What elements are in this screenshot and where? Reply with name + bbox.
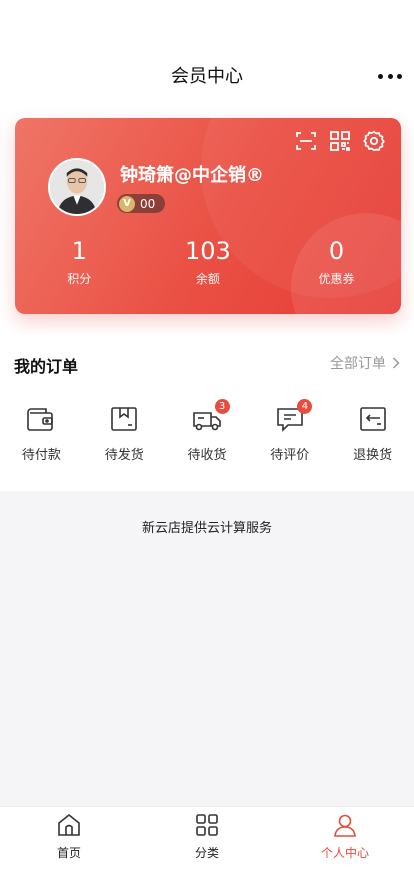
order-pending-payment[interactable]: 待付款: [0, 405, 83, 463]
order-pending-review-badge: 4: [297, 399, 313, 414]
user-profile-icon: [334, 814, 356, 837]
all-orders-link[interactable]: 全部订单: [330, 353, 400, 373]
order-pending-shipment[interactable]: 待发货: [83, 405, 166, 463]
settings-gear-icon[interactable]: [363, 130, 385, 152]
order-pending-receipt[interactable]: 3 待收货: [166, 399, 249, 463]
stat-coupons-label: 优惠券: [318, 272, 355, 286]
order-pending-shipment-label: 待发货: [104, 448, 144, 463]
order-returns-label: 退换货: [353, 448, 393, 463]
tab-category-label: 分类: [194, 846, 219, 860]
return-exchange-icon: [359, 407, 386, 431]
tab-profile[interactable]: 个人中心: [276, 807, 414, 896]
my-orders-section: 我的订单 全部订单 待付款 待发货 3 待收货 4 待评价 退换货: [0, 335, 414, 491]
tab-category[interactable]: 分类: [138, 807, 276, 896]
order-status-row: 待付款 待发货 3 待收货 4 待评价 退换货: [0, 399, 414, 463]
package-box-icon: [111, 407, 137, 431]
stat-coupons-value: 0: [328, 237, 345, 265]
category-grid-icon: [196, 814, 218, 836]
card-toolbar: [295, 130, 385, 152]
order-pending-review-label: 待评价: [270, 448, 310, 463]
stat-coupons[interactable]: 0 优惠券: [272, 236, 401, 287]
tab-home[interactable]: 首页: [0, 807, 138, 896]
service-provider-note: 新云店提供云计算服务: [141, 521, 272, 536]
all-orders-label: 全部订单: [330, 356, 386, 372]
stat-points-value: 1: [71, 237, 87, 265]
member-level-badge: V 00: [117, 194, 165, 213]
member-stats: 1 积分 103 余额 0 优惠券: [15, 236, 401, 287]
avatar[interactable]: [48, 158, 106, 216]
chevron-right-icon: [392, 357, 400, 369]
stat-balance[interactable]: 103 余额: [144, 236, 273, 287]
stat-balance-label: 余额: [195, 272, 220, 286]
wallet-icon: [27, 408, 54, 431]
page-title: 会员中心: [171, 66, 243, 87]
bottom-tab-bar: 首页 分类 个人中心: [0, 806, 414, 896]
order-pending-receipt-label: 待收货: [187, 448, 227, 463]
more-dots-icon[interactable]: [378, 66, 402, 86]
qrcode-icon[interactable]: [329, 130, 351, 152]
home-icon: [58, 813, 80, 836]
member-level-value: 00: [140, 196, 156, 211]
username: 钟琦箫@中企销®: [120, 165, 264, 186]
my-orders-title: 我的订单: [14, 357, 79, 376]
stat-points-label: 积分: [67, 272, 92, 286]
order-pending-receipt-badge: 3: [214, 399, 230, 414]
tab-home-label: 首页: [56, 846, 81, 860]
tab-profile-label: 个人中心: [320, 846, 369, 860]
order-pending-payment-label: 待付款: [21, 448, 61, 463]
stat-points[interactable]: 1 积分: [15, 236, 144, 287]
member-card: 钟琦箫@中企销® V 00 1 积分 103 余额 0 优惠券: [15, 118, 401, 314]
top-navigation-bar: 会员中心: [0, 0, 414, 102]
order-pending-review[interactable]: 4 待评价: [248, 399, 331, 463]
vip-level-icon: V: [119, 195, 135, 212]
member-card-section: 钟琦箫@中企销® V 00 1 积分 103 余额 0 优惠券: [0, 102, 414, 335]
scan-icon[interactable]: [295, 130, 317, 152]
order-returns[interactable]: 退换货: [331, 405, 414, 463]
stat-balance-value: 103: [184, 237, 231, 265]
